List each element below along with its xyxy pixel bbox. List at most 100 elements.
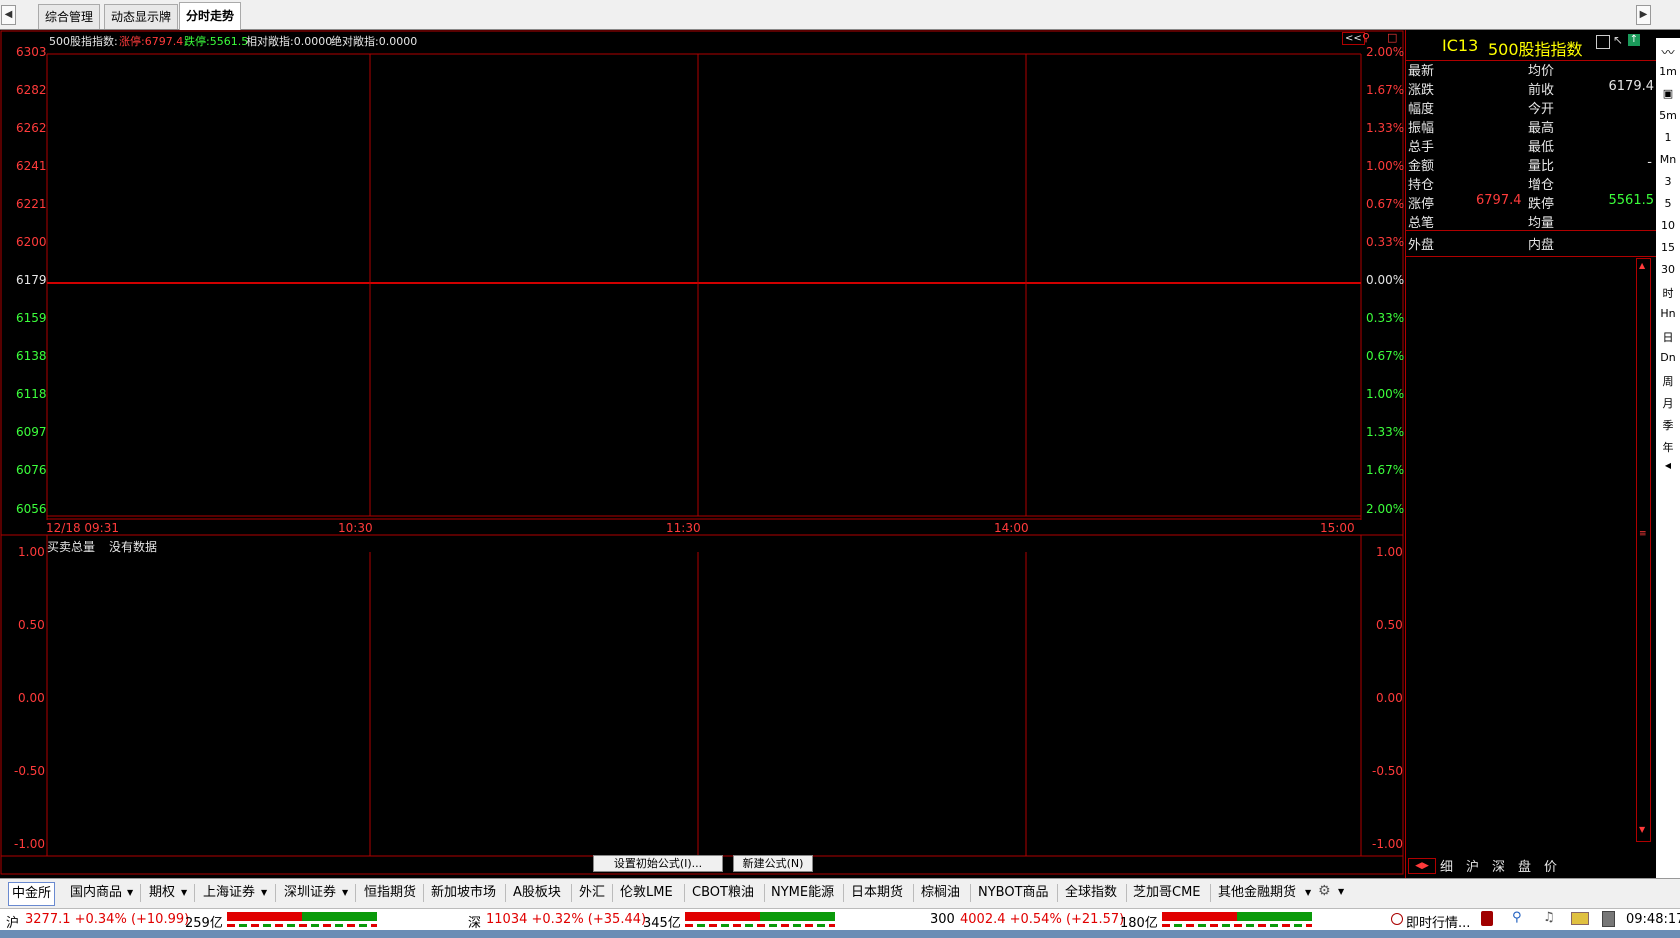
maximize-icon[interactable]: □ xyxy=(1387,31,1397,44)
panel-tab-board[interactable]: 盘 xyxy=(1518,856,1531,875)
period-week[interactable]: 周 xyxy=(1656,373,1680,389)
separator xyxy=(913,884,914,902)
tab-overview[interactable]: 综合管理 xyxy=(38,4,101,29)
period-month[interactable]: 月 xyxy=(1656,395,1680,411)
set-initial-formula-button[interactable]: 设置初始公式(I)... xyxy=(593,855,723,872)
dropdown-icon[interactable]: ▼ xyxy=(181,888,187,897)
message-icon[interactable] xyxy=(1571,912,1589,925)
market-tab-cbot[interactable]: CBOT粮油 xyxy=(689,882,757,904)
market-tab-hsi[interactable]: 恒指期货 xyxy=(361,882,419,904)
period-10[interactable]: 10 xyxy=(1656,219,1680,232)
period-toolbar: 〰 1m ▣ 5m 1 Mn 3 5 10 15 30 时 Hn 日 Dn 周 … xyxy=(1656,38,1680,478)
new-formula-button[interactable]: 新建公式(N) xyxy=(733,855,813,872)
scroll-down-icon[interactable]: ▼ xyxy=(1639,825,1645,834)
market-tab-shenzhen[interactable]: 深圳证券 xyxy=(281,882,339,904)
quote-label: 前收 xyxy=(1528,83,1555,98)
pct-tick: 2.00% xyxy=(1366,45,1405,59)
market-tab-singapore[interactable]: 新加坡市场 xyxy=(428,882,499,904)
period-1[interactable]: 1 xyxy=(1656,131,1680,144)
dropdown-icon[interactable]: ▼ xyxy=(1338,887,1344,896)
pct-tick: 0.33% xyxy=(1366,311,1405,325)
period-dn[interactable]: Dn xyxy=(1656,351,1680,364)
time-tick: 12/18 09:31 xyxy=(46,521,119,535)
contract-name: 500股指指数 xyxy=(1488,40,1583,59)
price-tick: 6282 xyxy=(16,83,47,97)
period-quarter[interactable]: 季 xyxy=(1656,417,1680,433)
market-tab-cme[interactable]: 芝加哥CME xyxy=(1130,882,1204,904)
market-tab-a-share[interactable]: A股板块 xyxy=(510,882,564,904)
page-arrows-icon[interactable]: ◀▶ xyxy=(1408,858,1436,874)
line-chart-icon[interactable]: 〰 xyxy=(1656,42,1680,61)
market-tab-options[interactable]: 期权 xyxy=(146,882,178,904)
period-5m[interactable]: 5m xyxy=(1656,109,1680,122)
toolbar-collapse-icon[interactable]: ◀ xyxy=(1656,461,1680,470)
scroll-up-icon[interactable]: ▲ xyxy=(1639,261,1645,270)
volume-tick: -1.00 xyxy=(14,837,46,851)
period-year[interactable]: 年 xyxy=(1656,439,1680,455)
period-hn[interactable]: Hn xyxy=(1656,307,1680,320)
timeshare-chart[interactable]: 500股指指数: 涨停:6797.4 跌停:5561.5 相对敞指:0.0000… xyxy=(0,30,1405,878)
settings-icon[interactable]: ↖ xyxy=(1613,33,1623,47)
dropdown-icon[interactable]: ▼ xyxy=(261,888,267,897)
tab-dynamic-board[interactable]: 动态显示牌 xyxy=(104,4,179,29)
pct-tick: 2.00% xyxy=(1366,502,1405,516)
realtime-quote-link[interactable]: 即时行情... xyxy=(1406,912,1470,931)
panel-tab-price[interactable]: 价 xyxy=(1544,856,1557,875)
hs300-amount: 180亿 xyxy=(1120,916,1158,931)
volume-tick: 1.00 xyxy=(1376,545,1403,559)
database-icon[interactable] xyxy=(1481,911,1493,926)
sh-index-value: 3277.1 +0.34% (+10.99) xyxy=(25,912,190,927)
market-tab-lme[interactable]: 伦敦LME xyxy=(617,882,676,904)
tab-timeshare[interactable]: 分时走势 xyxy=(179,2,242,30)
dropdown-icon[interactable]: ▼ xyxy=(1305,888,1311,897)
period-30[interactable]: 30 xyxy=(1656,263,1680,276)
separator xyxy=(970,884,971,902)
prev-close-value: 6179.4 xyxy=(1608,79,1655,94)
period-5[interactable]: 5 xyxy=(1656,197,1680,210)
price-tick: 6118 xyxy=(16,387,47,401)
quote-label: 涨停 xyxy=(1408,197,1435,212)
period-15[interactable]: 15 xyxy=(1656,241,1680,254)
price-tick: 6221 xyxy=(16,197,47,211)
market-tab-domestic-commodity[interactable]: 国内商品 xyxy=(67,882,125,904)
pct-tick: 1.67% xyxy=(1366,83,1405,97)
scroll-right-icon[interactable]: ▶ xyxy=(1636,5,1651,25)
chart-toggle-icon[interactable] xyxy=(1596,35,1610,49)
market-tab-nyme[interactable]: NYME能源 xyxy=(768,882,837,904)
network-icon[interactable]: ⚲ xyxy=(1512,910,1522,925)
market-tab-global-index[interactable]: 全球指数 xyxy=(1062,882,1120,904)
notepad-icon[interactable] xyxy=(1602,911,1615,927)
market-tab-shanghai[interactable]: 上海证券 xyxy=(200,882,258,904)
volume-tick: 0.50 xyxy=(1376,618,1403,632)
panel-tab-detail[interactable]: 细 xyxy=(1440,856,1453,875)
period-1m[interactable]: 1m xyxy=(1656,65,1680,78)
hs300-value: 4002.4 +0.54% (+21.57) xyxy=(960,912,1125,927)
scroll-left-icon[interactable]: ◀ xyxy=(1,5,16,25)
market-tab-other-financial[interactable]: 其他金融期货 xyxy=(1215,882,1299,904)
market-tab-forex[interactable]: 外汇 xyxy=(576,882,608,904)
panel-tab-sh[interactable]: 沪 xyxy=(1466,856,1479,875)
dropdown-icon[interactable]: ▼ xyxy=(127,888,133,897)
dropdown-icon[interactable]: ▼ xyxy=(342,888,348,897)
quote-label: 金额 xyxy=(1408,159,1435,174)
period-day[interactable]: 日 xyxy=(1656,329,1680,345)
market-tab-palm-oil[interactable]: 棕榈油 xyxy=(918,882,963,904)
market-tab-japan[interactable]: 日本期货 xyxy=(848,882,906,904)
panel-tab-sz[interactable]: 深 xyxy=(1492,856,1505,875)
period-mn[interactable]: Mn xyxy=(1656,153,1680,166)
pin-icon[interactable]: ⚲ xyxy=(1362,31,1370,44)
period-chart-icon[interactable]: ▣ xyxy=(1656,87,1680,100)
time-tick: 15:00 xyxy=(1320,521,1355,535)
price-tick: 6056 xyxy=(16,502,47,516)
refresh-icon[interactable]: ↑ xyxy=(1628,34,1640,46)
gear-icon[interactable]: ⚙ xyxy=(1318,883,1331,899)
period-3[interactable]: 3 xyxy=(1656,175,1680,188)
market-tab-nybot[interactable]: NYBOT商品 xyxy=(975,882,1052,904)
alarm-bell-icon[interactable]: ♫ xyxy=(1543,910,1555,925)
market-tab-cffex[interactable]: 中金所 xyxy=(8,882,56,906)
tick-list-scrollbar[interactable]: ▲ ≡ ▼ xyxy=(1636,258,1651,842)
period-hour[interactable]: 时 xyxy=(1656,285,1680,301)
scroll-thumb-icon[interactable]: ≡ xyxy=(1639,529,1647,539)
sz-index-value: 11034 +0.32% (+35.44) xyxy=(486,912,647,927)
price-tick: 6200 xyxy=(16,235,47,249)
